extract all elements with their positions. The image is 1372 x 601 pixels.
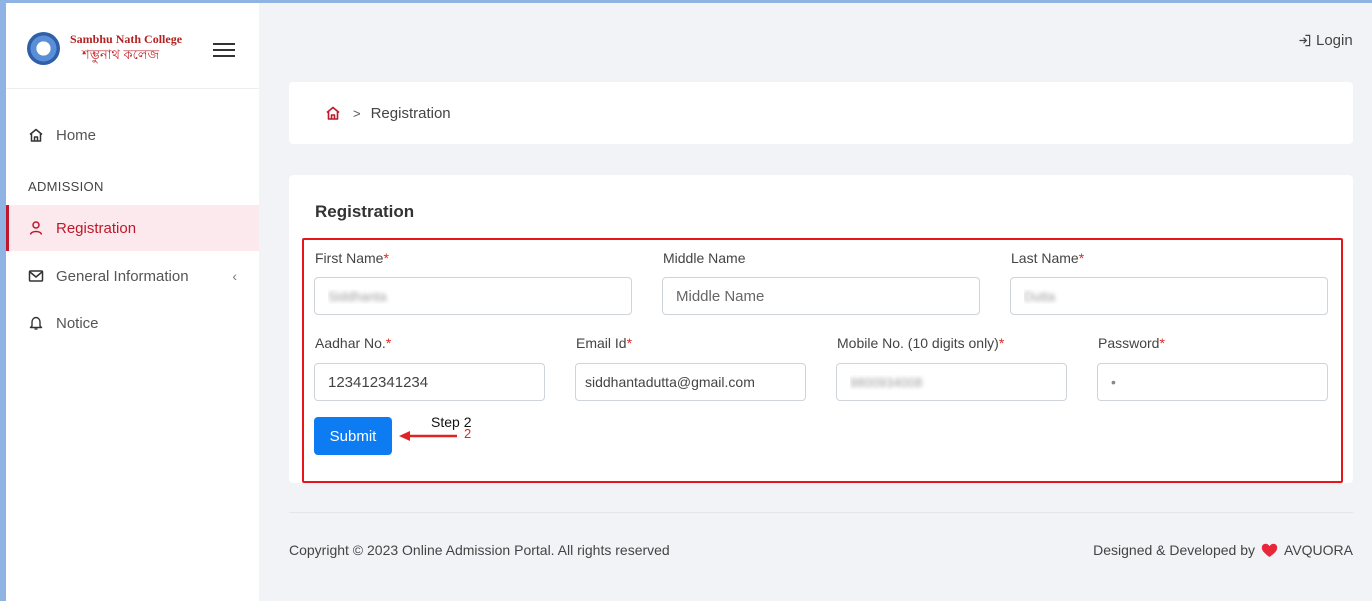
section-label-admission: ADMISSION: [28, 179, 104, 194]
highlight-box: [302, 238, 1343, 483]
developer-link[interactable]: AVQUORA: [1284, 542, 1353, 558]
mobile-label: Mobile No. (10 digits only)*: [837, 335, 1005, 351]
email-field[interactable]: [575, 363, 806, 401]
designed-by-prefix: Designed & Developed by: [1093, 542, 1256, 558]
sidebar-item-label: General Information: [56, 267, 189, 285]
registration-card: Registration First Name* Middle Name Las…: [289, 175, 1353, 483]
mobile-field[interactable]: [836, 363, 1067, 401]
middle-name-field[interactable]: [662, 277, 980, 315]
first-name-label: First Name*: [315, 250, 389, 266]
password-label: Password*: [1098, 335, 1165, 351]
annotation-arrow: [399, 431, 457, 441]
logo-text-english: Sambhu Nath College: [70, 32, 183, 46]
designed-by: Designed & Developed by AVQUORA: [1093, 542, 1353, 558]
last-name-field[interactable]: [1010, 277, 1328, 315]
email-label: Email Id*: [576, 335, 633, 351]
home-icon: [28, 127, 44, 143]
user-icon: [28, 220, 44, 236]
breadcrumb: > Registration: [289, 82, 1353, 144]
sidebar-item-label: Notice: [56, 314, 99, 332]
login-label: Login: [1316, 32, 1353, 49]
aadhar-field[interactable]: [314, 363, 545, 401]
login-icon: [1299, 34, 1311, 47]
sidebar-item-registration[interactable]: Registration: [6, 205, 259, 251]
logo-area: Sambhu Nath College শম্ভুনাথ কলেজ: [6, 3, 259, 89]
breadcrumb-current: Registration: [370, 104, 451, 122]
sidebar-item-label: Home: [56, 126, 97, 144]
sidebar-item-general-information[interactable]: General Information ‹: [6, 253, 259, 299]
last-name-label: Last Name*: [1011, 250, 1085, 266]
heart-icon: [1261, 543, 1278, 558]
form-title: Registration: [315, 202, 415, 221]
logo-text-bengali: শম্ভুনাথ কলেজ: [82, 47, 160, 62]
bell-icon: [28, 315, 44, 331]
sidebar-item-notice[interactable]: Notice: [6, 300, 259, 346]
college-emblem-icon: [27, 32, 60, 65]
middle-name-label: Middle Name: [663, 250, 746, 266]
sidebar-item-home[interactable]: Home: [6, 112, 259, 158]
first-name-field[interactable]: [314, 277, 632, 315]
step-annotation-number: 2: [464, 426, 472, 441]
submit-button[interactable]: Submit: [314, 417, 392, 455]
sidebar: Sambhu Nath College শম্ভুনাথ কলেজ Home A…: [6, 3, 259, 601]
breadcrumb-separator: >: [353, 105, 361, 121]
aadhar-label: Aadhar No.*: [315, 335, 392, 351]
login-link[interactable]: Login: [1298, 32, 1353, 49]
password-field[interactable]: [1097, 363, 1328, 401]
copyright-text: Copyright © 2023 Online Admission Portal…: [289, 542, 670, 558]
mail-icon: [28, 268, 44, 284]
hamburger-menu-icon[interactable]: [213, 43, 235, 57]
home-icon[interactable]: [325, 105, 341, 121]
chevron-left-icon: ‹: [232, 268, 237, 284]
sidebar-item-label: Registration: [56, 219, 137, 237]
footer-divider: [289, 512, 1353, 513]
